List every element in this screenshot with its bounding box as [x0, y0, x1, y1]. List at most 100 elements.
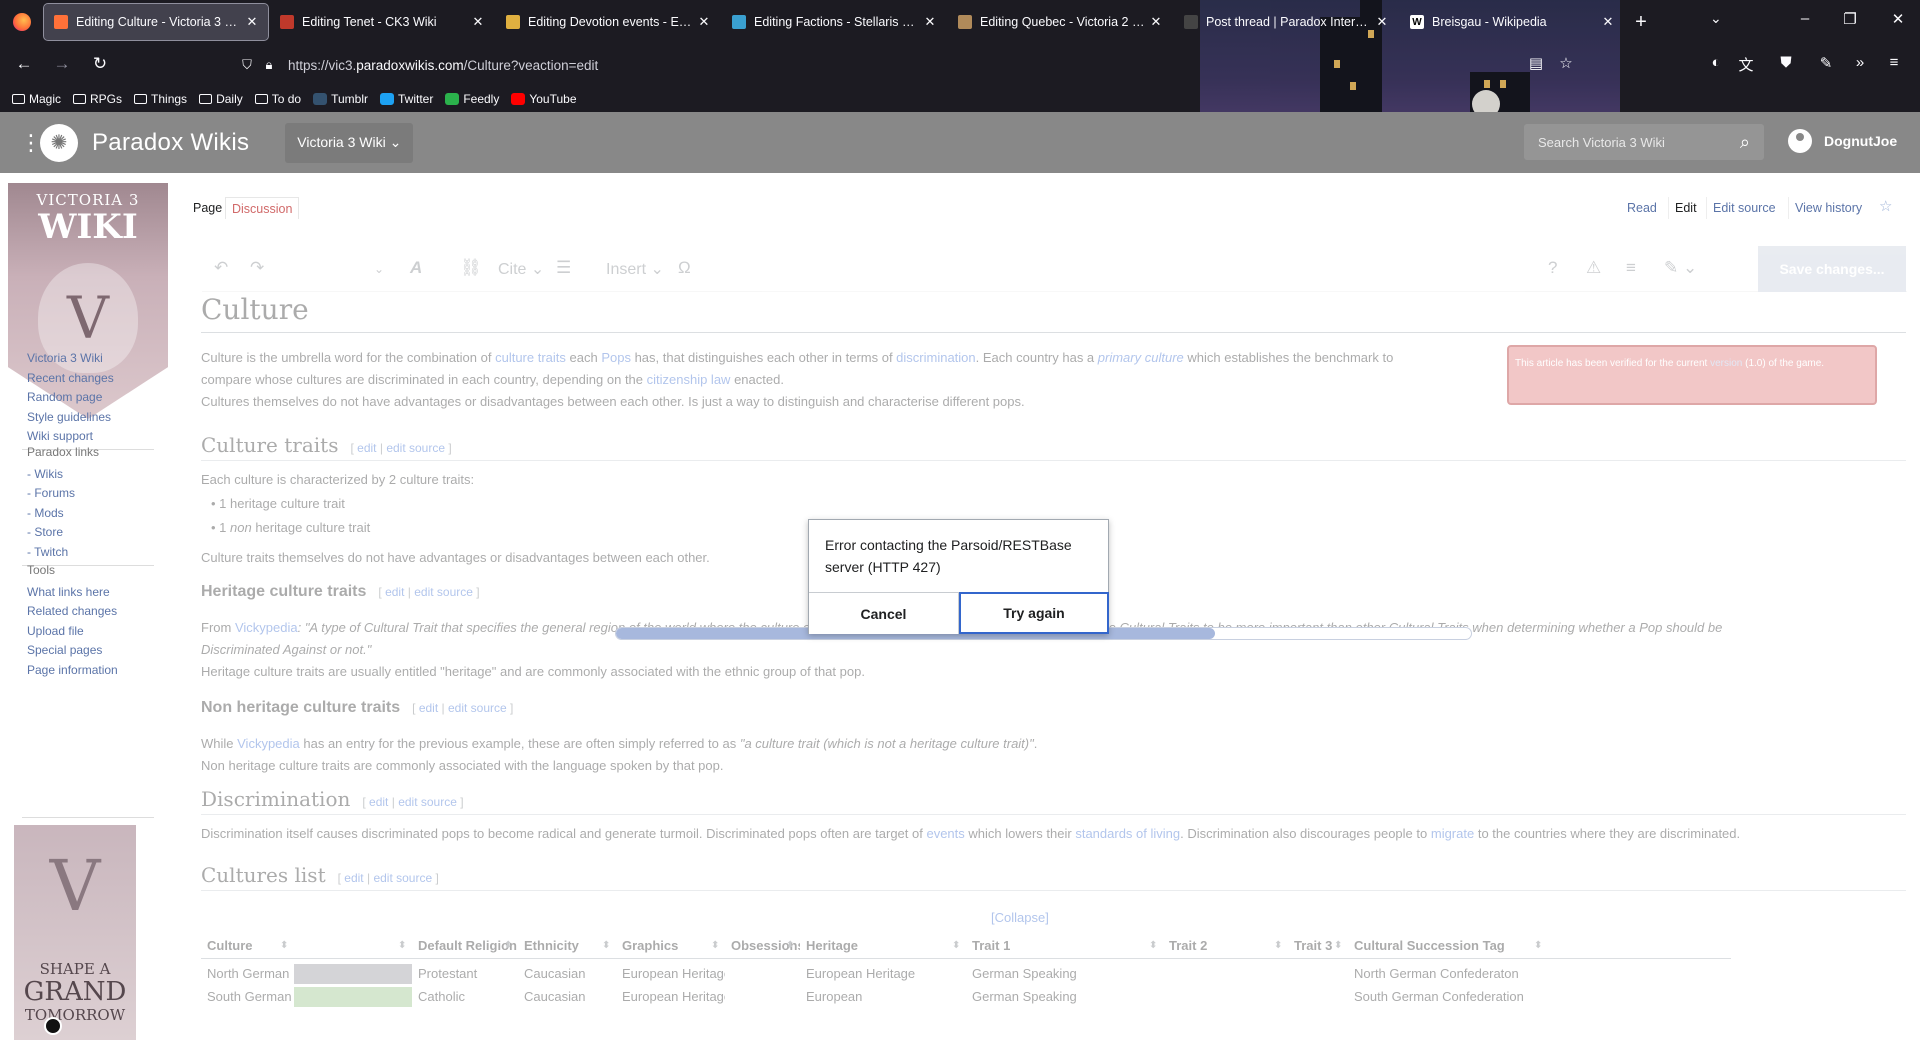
- browser-tab[interactable]: Editing Factions - Stellaris Wiki ✕: [722, 4, 946, 40]
- close-tab-icon[interactable]: ✕: [1600, 14, 1616, 30]
- edit-source-link[interactable]: edit source: [373, 871, 432, 885]
- bookmark-item[interactable]: YouTube: [511, 92, 577, 106]
- sort-arrows-icon[interactable]: ⬍: [1274, 933, 1282, 959]
- forward-icon[interactable]: →: [48, 50, 76, 78]
- sidebar-link[interactable]: - Mods: [27, 504, 99, 524]
- sort-arrows-icon[interactable]: ⬍: [1334, 933, 1342, 959]
- edit-source-link[interactable]: edit source: [414, 585, 473, 599]
- hamburger-menu-icon[interactable]: ⋮: [20, 130, 42, 156]
- tab-view-history[interactable]: View history: [1788, 197, 1868, 219]
- bookmark-item[interactable]: Feedly: [445, 92, 499, 106]
- sort-arrows-icon[interactable]: ⬍: [398, 933, 406, 959]
- help-icon[interactable]: ?: [1548, 258, 1557, 278]
- sidebar-link[interactable]: Upload file: [27, 622, 118, 642]
- browser-tab[interactable]: Editing Tenet - CK3 Wiki ✕: [270, 4, 494, 40]
- version-link[interactable]: version: [1710, 358, 1742, 369]
- sort-arrows-icon[interactable]: ⬍: [504, 933, 512, 959]
- reload-icon[interactable]: ↻: [86, 50, 114, 78]
- sidebar-link[interactable]: - Twitch: [27, 543, 99, 563]
- sort-arrows-icon[interactable]: ⬍: [280, 933, 288, 959]
- close-tab-icon[interactable]: ✕: [1374, 14, 1390, 30]
- table-header-cell[interactable]: Heritage: [800, 933, 966, 959]
- standards-of-living-link[interactable]: standards of living: [1075, 826, 1180, 841]
- url-text[interactable]: https://vic3.paradoxwikis.com/Culture?ve…: [288, 58, 598, 73]
- vickypedia-link[interactable]: Vickypedia: [237, 736, 300, 751]
- url-bar[interactable]: ⛉ 🔒︎ https://vic3.paradoxwikis.com/Cultu…: [236, 50, 1576, 80]
- edit-source-link[interactable]: edit source: [398, 795, 457, 809]
- sidebar-link[interactable]: Related changes: [27, 602, 118, 622]
- vickypedia-link[interactable]: Vickypedia: [235, 620, 298, 635]
- collapse-link[interactable]: [Collapse]: [991, 907, 1049, 929]
- bookmark-item[interactable]: Magic: [12, 92, 61, 106]
- table-header-cell[interactable]: Trait 1: [966, 933, 1163, 959]
- tab-list-chevron-icon[interactable]: ⌄: [1710, 10, 1722, 27]
- discrimination-link[interactable]: discrimination: [896, 350, 975, 365]
- close-tab-icon[interactable]: ✕: [470, 14, 486, 30]
- table-cell[interactable]: South German: [201, 984, 294, 1010]
- sidebar-link[interactable]: Style guidelines: [27, 408, 114, 428]
- sidebar-link[interactable]: What links here: [27, 583, 118, 603]
- tab-edit-source[interactable]: Edit source: [1706, 197, 1782, 219]
- bookmark-item[interactable]: Things: [134, 92, 187, 106]
- edit-mode-pencil-icon[interactable]: ✎ ⌄: [1664, 258, 1697, 278]
- edit-link[interactable]: edit: [357, 441, 376, 455]
- sidebar-link[interactable]: Random page: [27, 388, 114, 408]
- minimize-icon[interactable]: –: [1795, 10, 1815, 27]
- dark-reader-icon[interactable]: ◐: [1706, 54, 1726, 74]
- close-tab-icon[interactable]: ✕: [1148, 14, 1164, 30]
- link-icon[interactable]: ⛓: [460, 258, 482, 278]
- site-brand[interactable]: Paradox Wikis: [92, 129, 249, 157]
- paradox-logo-icon[interactable]: ✺: [40, 123, 78, 162]
- edit-source-link[interactable]: edit source: [448, 701, 507, 715]
- wiki-selector[interactable]: Victoria 3 Wiki ⌄: [285, 122, 414, 163]
- search-icon[interactable]: ⌕: [1740, 132, 1750, 153]
- sidebar-link[interactable]: Special pages: [27, 641, 118, 661]
- sidebar-link[interactable]: - Forums: [27, 484, 99, 504]
- edit-source-link[interactable]: edit source: [386, 441, 445, 455]
- sort-arrows-icon[interactable]: ⬍: [602, 933, 610, 959]
- tab-discussion[interactable]: Discussion: [225, 197, 300, 219]
- close-tab-icon[interactable]: ✕: [244, 14, 260, 30]
- overflow-menu-icon[interactable]: »: [1850, 54, 1870, 74]
- sidebar-link[interactable]: - Store: [27, 523, 99, 543]
- citizenship-law-link[interactable]: citizenship law: [647, 372, 731, 387]
- reader-view-icon[interactable]: ▤: [1526, 54, 1546, 74]
- special-character-icon[interactable]: Ω: [678, 258, 691, 278]
- bookmark-item[interactable]: To do: [254, 92, 301, 106]
- sort-arrows-icon[interactable]: ⬍: [1149, 933, 1157, 959]
- sort-arrows-icon[interactable]: ⬍: [1534, 933, 1542, 959]
- browser-tab[interactable]: Editing Culture - Victoria 3 Wiki ✕: [43, 3, 269, 41]
- undo-icon[interactable]: ↶: [214, 258, 228, 278]
- cite-menu[interactable]: Cite ⌄: [498, 259, 544, 279]
- new-tab-button[interactable]: +: [1626, 11, 1656, 34]
- lock-icon[interactable]: 🔒︎: [258, 57, 280, 73]
- sort-arrows-icon[interactable]: ⬍: [952, 933, 960, 959]
- migrate-link[interactable]: migrate: [1431, 826, 1474, 841]
- translate-icon[interactable]: 文: [1736, 54, 1756, 74]
- bookmark-item[interactable]: RPGs: [73, 92, 122, 106]
- sidebar-link[interactable]: - Wikis: [27, 465, 99, 485]
- pops-link[interactable]: Pops: [601, 350, 631, 365]
- sort-arrows-icon[interactable]: ⬍: [786, 933, 794, 959]
- redo-icon[interactable]: ↷: [250, 258, 264, 278]
- culture-traits-link[interactable]: culture traits: [495, 350, 566, 365]
- close-tab-icon[interactable]: ✕: [696, 14, 712, 30]
- table-header-cell[interactable]: Cultural Succession Tag: [1348, 933, 1548, 959]
- browser-tab[interactable]: Post thread | Paradox Interactiv ✕: [1174, 4, 1398, 40]
- table-header-cell[interactable]: Trait 2: [1163, 933, 1288, 959]
- page-options-icon[interactable]: ≡: [1626, 258, 1636, 278]
- insert-menu[interactable]: Insert ⌄: [606, 259, 664, 279]
- app-menu-icon[interactable]: ≡: [1884, 54, 1904, 74]
- try-again-button[interactable]: Try again: [959, 592, 1109, 634]
- bookmark-item[interactable]: Twitter: [379, 92, 433, 106]
- watch-star-icon[interactable]: ☆: [1879, 197, 1892, 215]
- bookmark-item[interactable]: Daily: [199, 92, 243, 106]
- list-icon[interactable]: ☰: [556, 258, 571, 278]
- wiki-search-input[interactable]: Search Victoria 3 Wiki ⌕: [1524, 124, 1764, 160]
- tab-edit[interactable]: Edit: [1668, 197, 1703, 219]
- browser-tab[interactable]: W Breisgau - Wikipedia ✕: [1400, 4, 1624, 40]
- events-link[interactable]: events: [926, 826, 964, 841]
- sidebar-link[interactable]: Victoria 3 Wiki: [27, 349, 114, 369]
- primary-culture-link[interactable]: primary culture: [1098, 350, 1184, 365]
- victoria3-ad-banner[interactable]: V SHAPE A GRAND TOMORROW: [14, 825, 136, 1040]
